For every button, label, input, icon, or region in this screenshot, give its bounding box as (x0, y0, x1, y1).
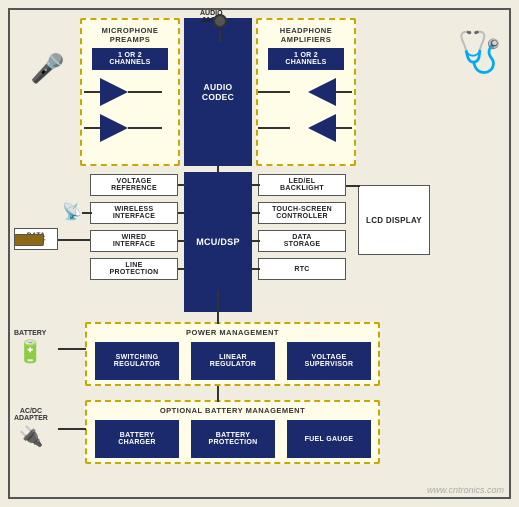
arr-led (252, 184, 260, 186)
rtc: RTC (258, 258, 346, 280)
amp-triangle-2 (100, 114, 128, 142)
arr-stor (252, 240, 260, 242)
watermark: www.cntronics.com (427, 485, 504, 495)
battery-label: BATTERY (14, 330, 46, 337)
lcd-display: LCD DISPLAY (358, 185, 430, 255)
audio-jack-icon (213, 14, 227, 28)
out-arrow-2 (336, 127, 352, 129)
arr-vref (178, 184, 186, 186)
acdc-label: AC/DCADAPTER (14, 408, 48, 422)
power-mgmt-title: POWER MANAGEMENT (87, 328, 378, 337)
data-port-connector (14, 234, 44, 246)
headphone-section: HEADPHONEAMPLIFIERS 1 OR 2CHANNELS (256, 18, 356, 166)
battery-icon: 🔋 (14, 339, 46, 365)
arr-line (178, 268, 186, 270)
amp-triangle-3 (308, 78, 336, 106)
arr-dport (58, 239, 90, 241)
jack-arrow (219, 30, 221, 42)
arr-rtc (252, 268, 260, 270)
data-storage: DATASTORAGE (258, 230, 346, 252)
arrow-mic-2 (128, 127, 162, 129)
arr-wired (178, 240, 186, 242)
microphone-section: MICROPHONEPREAMPS 1 OR 2CHANNELS (80, 18, 180, 166)
arr-pm-mcu (217, 290, 219, 324)
wireless-interface: WIRELESSINTERFACE (90, 202, 178, 224)
switching-reg: SWITCHINGREGULATOR (95, 342, 179, 380)
arrow-mic-1 (128, 91, 162, 93)
arr-touch (252, 212, 260, 214)
acdc-icon: 🔌 (14, 424, 48, 449)
batt-mgmt-section: OPTIONAL BATTERY MANAGEMENT BATTERYCHARG… (85, 400, 380, 464)
fuel-gauge: FUEL GAUGE (287, 420, 371, 458)
battery-area: BATTERY 🔋 (14, 330, 46, 365)
mic-channels: 1 OR 2CHANNELS (92, 48, 168, 70)
batt-charger: BATTERYCHARGER (95, 420, 179, 458)
wired-interface: WIREDINTERFACE (90, 230, 178, 252)
antenna-icon: 📡 (62, 202, 82, 222)
arr-bm-pm (217, 386, 219, 402)
amp-triangle-1 (100, 78, 128, 106)
arr-batt (58, 348, 86, 350)
arr-acdc (58, 428, 86, 430)
touch-screen: TOUCH-SCREENCONTROLLER (258, 202, 346, 224)
diagram: MICROPHONEPREAMPS 1 OR 2CHANNELS AUDIOCO… (0, 0, 519, 507)
voltage-ref: VOLTAGEREFERENCE (90, 174, 178, 196)
in-arrow-1 (84, 91, 100, 93)
audio-codec: AUDIOCODEC (184, 18, 252, 166)
linear-reg: LINEARREGULATOR (191, 342, 275, 380)
power-mgmt-section: POWER MANAGEMENT SWITCHINGREGULATOR LINE… (85, 322, 380, 386)
acdc-area: AC/DCADAPTER 🔌 (14, 408, 48, 449)
arr-codec-mcu (217, 166, 219, 174)
hp-channels: 1 OR 2CHANNELS (268, 48, 344, 70)
amp-triangle-4 (308, 114, 336, 142)
voltage-super: VOLTAGESUPERVISOR (287, 342, 371, 380)
arrow-hp-2 (258, 127, 290, 129)
microphone-icon: 🎤 (30, 52, 65, 85)
led-backlight: LED/ELBACKLIGHT (258, 174, 346, 196)
batt-mgmt-title: OPTIONAL BATTERY MANAGEMENT (87, 406, 378, 415)
arr-lcd (346, 185, 360, 187)
arrow-hp-1 (258, 91, 290, 93)
arr-ant (82, 212, 92, 214)
arr-wifi (178, 212, 186, 214)
out-arrow-1 (336, 91, 352, 93)
headphone-label: HEADPHONEAMPLIFIERS (258, 26, 354, 44)
batt-protect: BATTERYPROTECTION (191, 420, 275, 458)
in-arrow-2 (84, 127, 100, 129)
line-protection: LINEPROTECTION (90, 258, 178, 280)
microphone-label: MICROPHONEPREAMPS (82, 26, 178, 44)
